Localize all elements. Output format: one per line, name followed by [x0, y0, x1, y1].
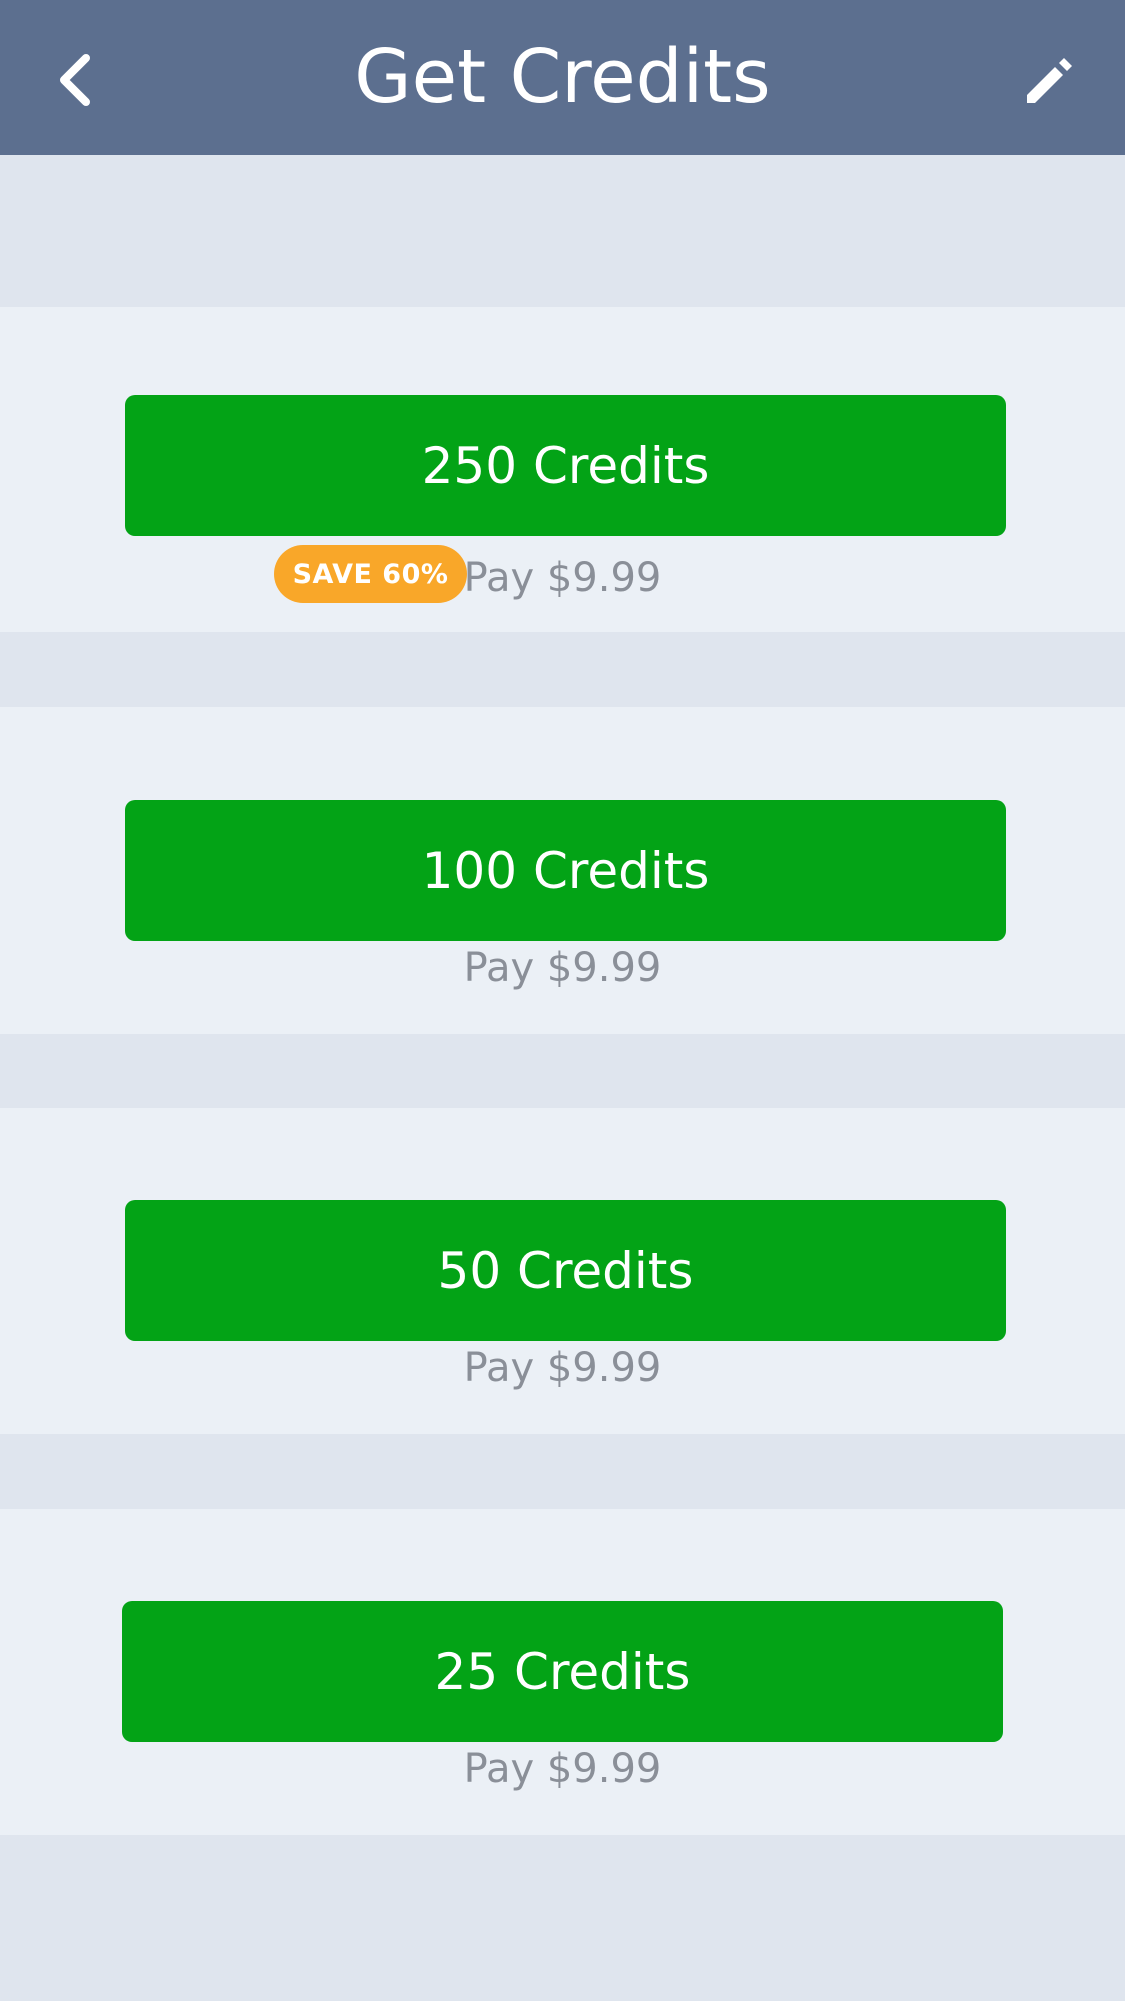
package-card-250: 250 Credits Pay $9.99	[0, 307, 1125, 632]
price-label: Pay $9.99	[463, 1345, 662, 1391]
buy-50-credits-button[interactable]: 50 Credits	[125, 1200, 1006, 1341]
package-card-100: 100 Credits Pay $9.99	[0, 707, 1125, 1034]
edit-button[interactable]	[1010, 40, 1090, 120]
page-title: Get Credits	[354, 34, 771, 120]
chevron-left-icon	[60, 54, 90, 106]
save-badge: SAVE 60%	[274, 545, 467, 603]
buy-25-credits-button[interactable]: 25 Credits	[122, 1601, 1003, 1742]
price-label: Pay $9.99	[463, 945, 662, 991]
app-header: Get Credits	[0, 0, 1125, 155]
pencil-icon	[1027, 58, 1072, 103]
price-label: Pay $9.99	[463, 555, 662, 601]
buy-100-credits-button[interactable]: 100 Credits	[125, 800, 1006, 941]
price-label: Pay $9.99	[463, 1746, 662, 1792]
buy-250-credits-button[interactable]: 250 Credits	[125, 395, 1006, 536]
back-button[interactable]	[34, 40, 114, 120]
package-card-25: 25 Credits Pay $9.99	[0, 1509, 1125, 1835]
package-card-50: 50 Credits Pay $9.99	[0, 1108, 1125, 1434]
